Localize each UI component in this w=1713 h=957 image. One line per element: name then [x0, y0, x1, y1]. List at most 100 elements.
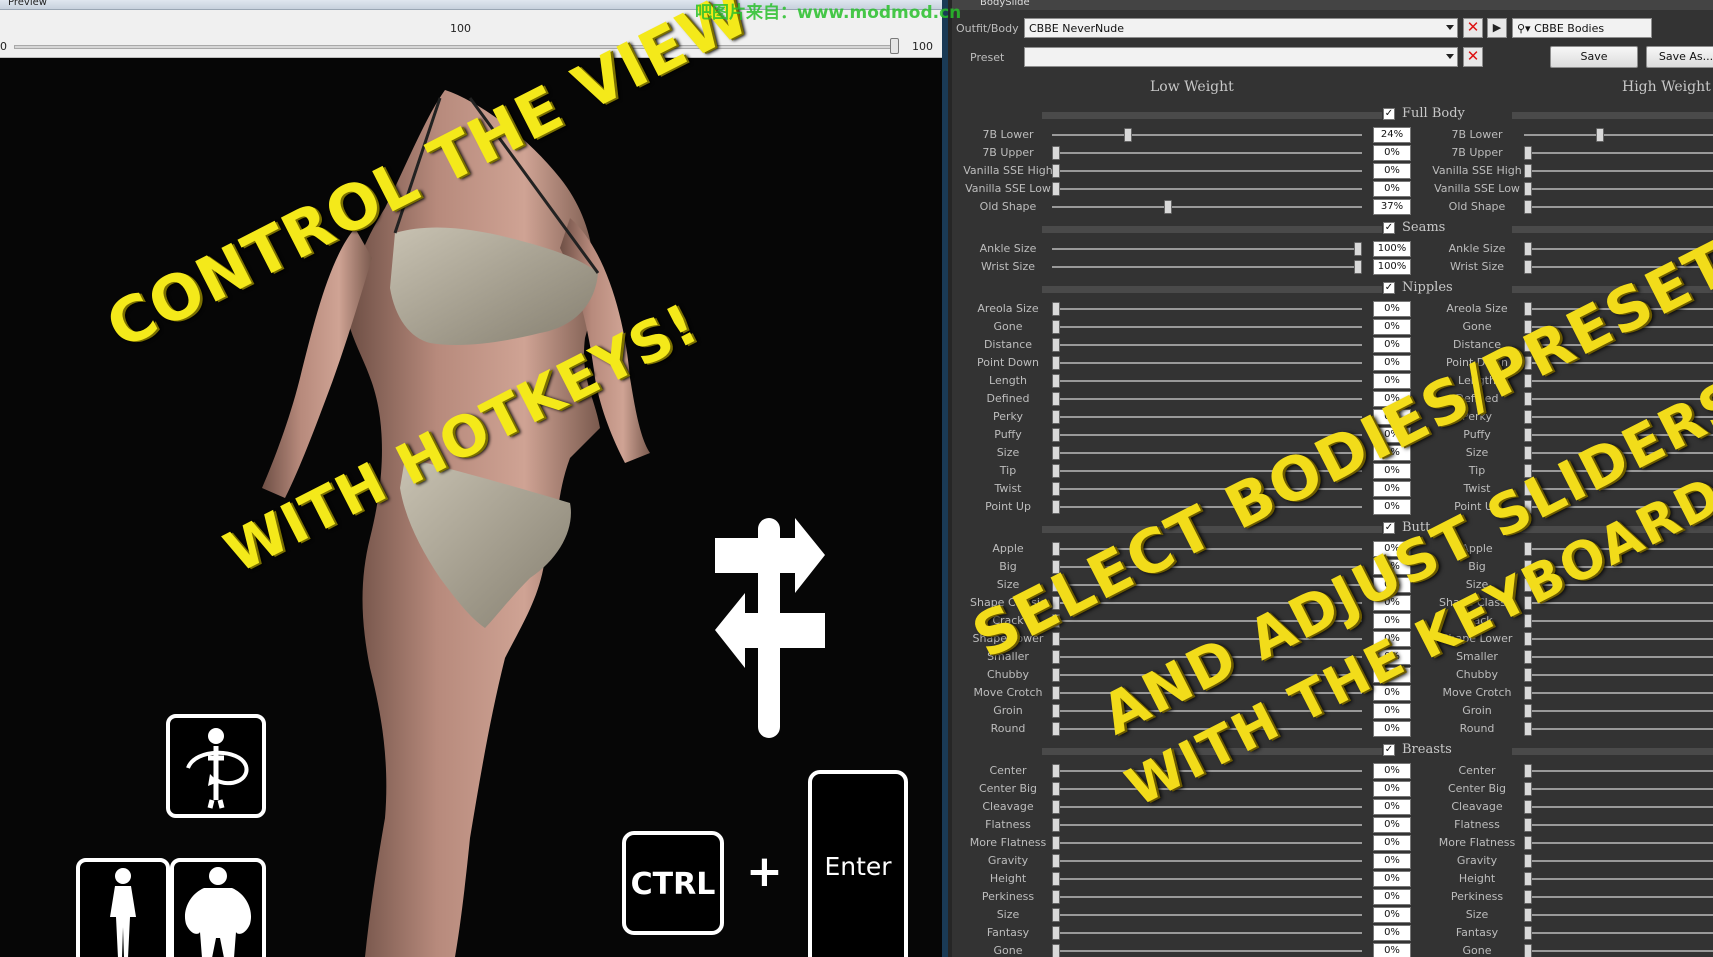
low-weight-slider-thumb[interactable]	[1052, 482, 1060, 496]
group-checkbox[interactable]: ✓	[1383, 222, 1395, 234]
high-weight-slider-track[interactable]	[1524, 308, 1713, 310]
low-weight-slider-track[interactable]	[1052, 470, 1362, 472]
slider-value-field[interactable]: 0%	[1373, 499, 1411, 515]
high-weight-slider-thumb[interactable]	[1524, 302, 1532, 316]
high-weight-slider-track[interactable]	[1524, 506, 1713, 508]
high-weight-slider-track[interactable]	[1524, 566, 1713, 568]
high-weight-slider-thumb[interactable]	[1524, 686, 1532, 700]
high-weight-slider-thumb[interactable]	[1524, 578, 1532, 592]
high-weight-slider-thumb[interactable]	[1596, 128, 1604, 142]
slider-value-field[interactable]: 0%	[1373, 595, 1411, 611]
high-weight-slider-track[interactable]	[1524, 416, 1713, 418]
high-weight-slider-thumb[interactable]	[1524, 428, 1532, 442]
weight-slider-track[interactable]	[14, 45, 896, 49]
slider-value-field[interactable]: 0%	[1373, 799, 1411, 815]
high-weight-slider-track[interactable]	[1524, 860, 1713, 862]
slider-value-field[interactable]: 0%	[1373, 817, 1411, 833]
slider-value-field[interactable]: 0%	[1373, 391, 1411, 407]
outfit-menu-button[interactable]: ▶	[1487, 18, 1507, 38]
low-weight-slider-track[interactable]	[1052, 326, 1362, 328]
high-weight-slider-track[interactable]	[1524, 692, 1713, 694]
low-weight-slider-thumb[interactable]	[1052, 782, 1060, 796]
low-weight-slider-thumb[interactable]	[1052, 578, 1060, 592]
low-weight-slider-thumb[interactable]	[1052, 614, 1060, 628]
low-weight-slider-thumb[interactable]	[1052, 632, 1060, 646]
slider-value-field[interactable]: 0%	[1373, 481, 1411, 497]
low-weight-slider-thumb[interactable]	[1052, 668, 1060, 682]
high-weight-slider-track[interactable]	[1524, 728, 1713, 730]
low-weight-slider-track[interactable]	[1052, 452, 1362, 454]
slider-value-field[interactable]: 0%	[1373, 925, 1411, 941]
low-weight-slider-track[interactable]	[1052, 824, 1362, 826]
low-weight-slider-thumb[interactable]	[1052, 722, 1060, 736]
low-weight-slider-track[interactable]	[1052, 674, 1362, 676]
low-weight-slider-track[interactable]	[1052, 950, 1362, 952]
low-weight-slider-thumb[interactable]	[1124, 128, 1132, 142]
low-weight-slider-track[interactable]	[1052, 248, 1362, 250]
slider-value-field[interactable]: 0%	[1373, 427, 1411, 443]
slider-value-field[interactable]: 0%	[1373, 853, 1411, 869]
high-weight-slider-thumb[interactable]	[1524, 182, 1532, 196]
low-weight-slider-thumb[interactable]	[1052, 650, 1060, 664]
slider-value-field[interactable]: 0%	[1373, 943, 1411, 957]
slider-value-field[interactable]: 24%	[1373, 127, 1411, 143]
high-weight-slider-track[interactable]	[1524, 398, 1713, 400]
low-weight-slider-track[interactable]	[1052, 398, 1362, 400]
group-filter-select[interactable]: ⚲▾ CBBE Bodies	[1512, 18, 1652, 38]
high-weight-slider-track[interactable]	[1524, 638, 1713, 640]
low-weight-slider-thumb[interactable]	[1052, 500, 1060, 514]
slider-value-field[interactable]: 0%	[1373, 541, 1411, 557]
low-weight-slider-track[interactable]	[1052, 656, 1362, 658]
slider-value-field[interactable]: 0%	[1373, 577, 1411, 593]
low-weight-slider-track[interactable]	[1052, 266, 1362, 268]
low-weight-slider-track[interactable]	[1052, 770, 1362, 772]
high-weight-slider-track[interactable]	[1524, 206, 1713, 208]
high-weight-slider-track[interactable]	[1524, 470, 1713, 472]
low-weight-slider-thumb[interactable]	[1052, 410, 1060, 424]
low-weight-slider-thumb[interactable]	[1052, 320, 1060, 334]
high-weight-slider-thumb[interactable]	[1524, 944, 1532, 957]
low-weight-slider-thumb[interactable]	[1052, 818, 1060, 832]
slider-value-field[interactable]: 0%	[1373, 181, 1411, 197]
low-weight-slider-thumb[interactable]	[1052, 392, 1060, 406]
high-weight-slider-track[interactable]	[1524, 134, 1713, 136]
slider-value-field[interactable]: 100%	[1373, 241, 1411, 257]
high-weight-slider-thumb[interactable]	[1524, 320, 1532, 334]
high-weight-slider-thumb[interactable]	[1524, 200, 1532, 214]
low-weight-slider-thumb[interactable]	[1164, 200, 1172, 214]
group-checkbox[interactable]: ✓	[1383, 522, 1395, 534]
high-weight-slider-thumb[interactable]	[1524, 242, 1532, 256]
low-weight-slider-thumb[interactable]	[1052, 164, 1060, 178]
preset-select[interactable]	[1024, 47, 1458, 67]
slider-value-field[interactable]: 0%	[1373, 835, 1411, 851]
low-weight-slider-track[interactable]	[1052, 434, 1362, 436]
low-weight-slider-track[interactable]	[1052, 380, 1362, 382]
low-weight-slider-thumb[interactable]	[1052, 854, 1060, 868]
high-weight-slider-track[interactable]	[1524, 824, 1713, 826]
low-weight-slider-thumb[interactable]	[1052, 836, 1060, 850]
high-weight-slider-track[interactable]	[1524, 344, 1713, 346]
low-weight-slider-track[interactable]	[1052, 362, 1362, 364]
low-weight-slider-thumb[interactable]	[1354, 242, 1362, 256]
high-weight-slider-thumb[interactable]	[1524, 908, 1532, 922]
slider-value-field[interactable]: 0%	[1373, 337, 1411, 353]
slider-value-field[interactable]: 0%	[1373, 373, 1411, 389]
slider-value-field[interactable]: 0%	[1373, 463, 1411, 479]
high-weight-slider-thumb[interactable]	[1524, 338, 1532, 352]
group-checkbox[interactable]: ✓	[1383, 744, 1395, 756]
high-weight-slider-track[interactable]	[1524, 914, 1713, 916]
slider-value-field[interactable]: 0%	[1373, 445, 1411, 461]
high-weight-slider-thumb[interactable]	[1524, 482, 1532, 496]
high-weight-slider-thumb[interactable]	[1524, 614, 1532, 628]
high-weight-slider-thumb[interactable]	[1524, 260, 1532, 274]
slider-value-field[interactable]: 0%	[1373, 649, 1411, 665]
slider-value-field[interactable]: 0%	[1373, 889, 1411, 905]
low-weight-slider-track[interactable]	[1052, 710, 1362, 712]
high-weight-slider-track[interactable]	[1524, 878, 1713, 880]
high-weight-slider-track[interactable]	[1524, 620, 1713, 622]
high-weight-slider-track[interactable]	[1524, 548, 1713, 550]
high-weight-slider-thumb[interactable]	[1524, 854, 1532, 868]
low-weight-slider-thumb[interactable]	[1052, 182, 1060, 196]
low-weight-slider-track[interactable]	[1052, 896, 1362, 898]
high-weight-slider-thumb[interactable]	[1524, 374, 1532, 388]
